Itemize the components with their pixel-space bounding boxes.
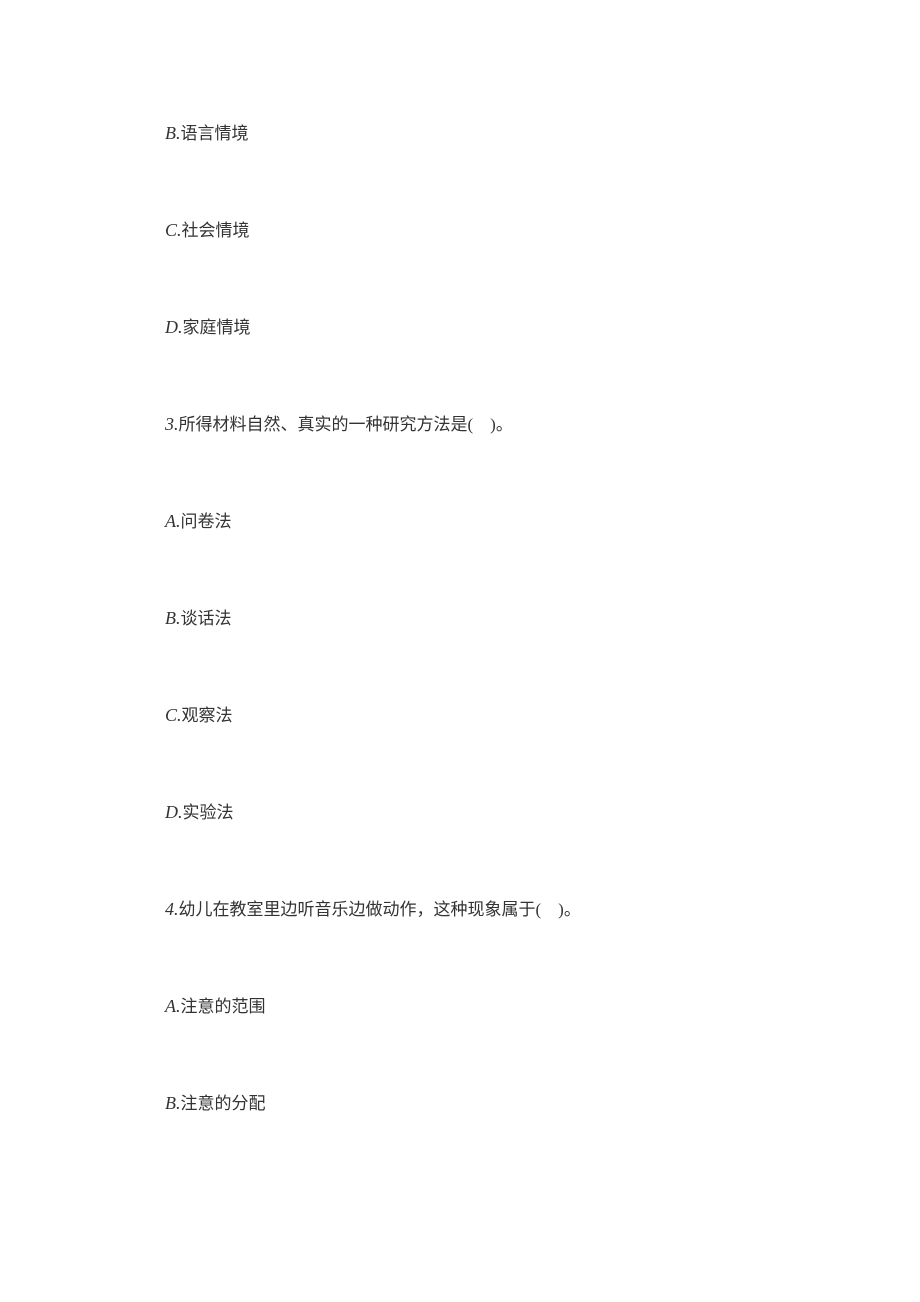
option-3c: C.观察法	[165, 702, 755, 729]
option-text: 语言情境	[181, 124, 249, 143]
option-letter: A.	[165, 996, 181, 1016]
option-text: 谈话法	[181, 609, 232, 628]
option-4b: B.注意的分配	[165, 1090, 755, 1117]
option-letter: B.	[165, 123, 181, 143]
option-4a: A.注意的范围	[165, 993, 755, 1020]
option-letter: D.	[165, 802, 183, 822]
option-text: 问卷法	[181, 512, 232, 531]
option-letter: D.	[165, 317, 183, 337]
option-letter: B.	[165, 608, 181, 628]
option-2d: D.家庭情境	[165, 314, 755, 341]
option-text: 实验法	[183, 803, 234, 822]
option-text: 社会情境	[182, 221, 250, 240]
option-3d: D.实验法	[165, 799, 755, 826]
question-3: 3.所得材料自然、真实的一种研究方法是( )。	[165, 411, 755, 438]
option-3a: A.问卷法	[165, 508, 755, 535]
question-4: 4.幼儿在教室里边听音乐边做动作，这种现象属于( )。	[165, 896, 755, 923]
option-text: 注意的分配	[181, 1094, 266, 1113]
option-2b: B.语言情境	[165, 120, 755, 147]
question-number: 3.	[165, 414, 179, 434]
option-letter: C.	[165, 705, 182, 725]
question-text: 所得材料自然、真实的一种研究方法是( )。	[179, 415, 513, 434]
question-text: 幼儿在教室里边听音乐边做动作，这种现象属于( )。	[179, 900, 581, 919]
option-text: 注意的范围	[181, 997, 266, 1016]
question-number: 4.	[165, 899, 179, 919]
option-letter: A.	[165, 511, 181, 531]
option-3b: B.谈话法	[165, 605, 755, 632]
option-text: 观察法	[182, 706, 233, 725]
option-letter: B.	[165, 1093, 181, 1113]
option-text: 家庭情境	[183, 318, 251, 337]
option-letter: C.	[165, 220, 182, 240]
option-2c: C.社会情境	[165, 217, 755, 244]
